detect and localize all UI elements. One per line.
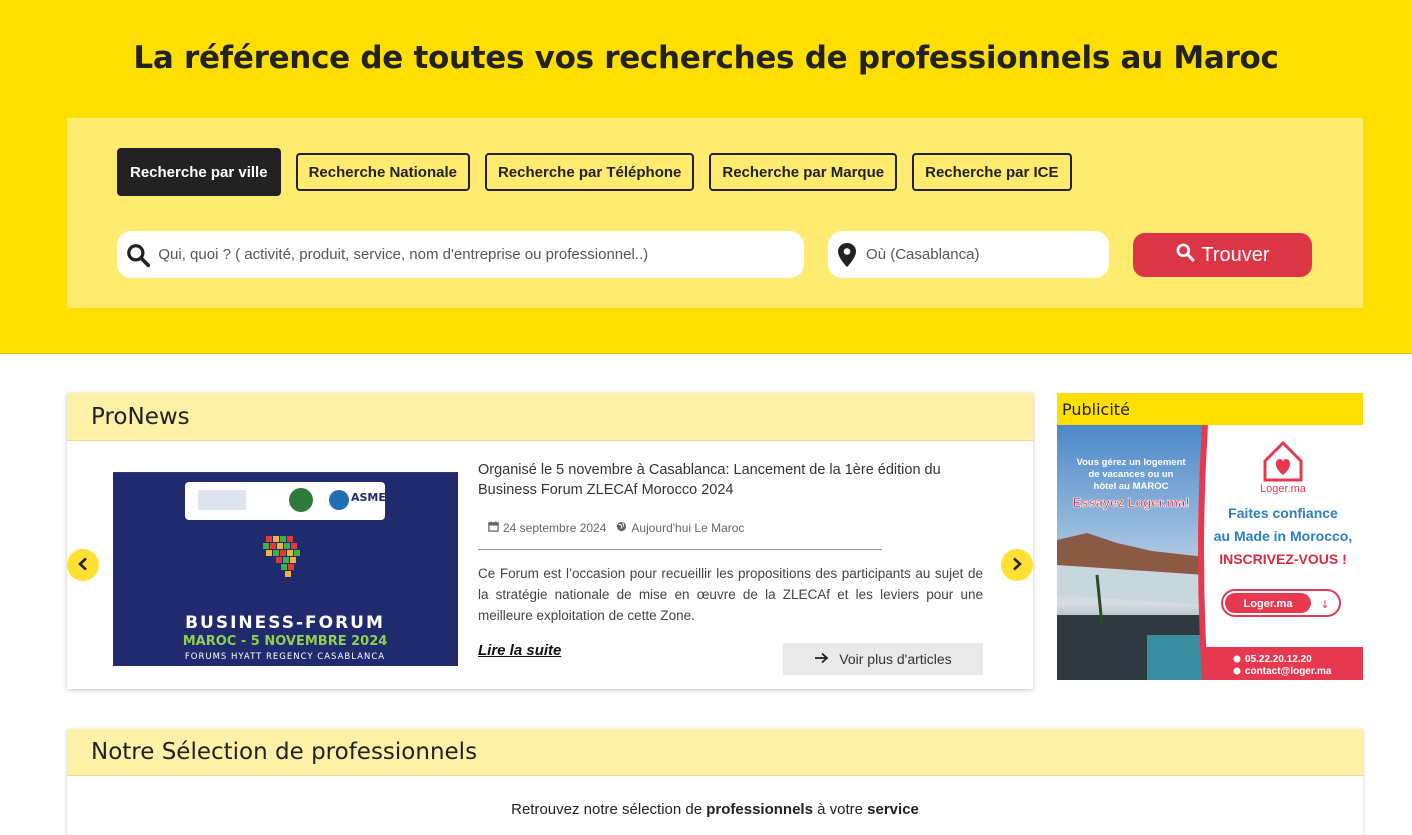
article-date: 24 septembre 2024 (488, 521, 606, 535)
read-more-link[interactable]: Lire la suite (478, 642, 561, 659)
tab-recherche-par-ville[interactable]: Recherche par ville (117, 148, 281, 196)
where-search-input[interactable] (866, 246, 1109, 263)
selection-text: Retrouvez notre sélection de professionn… (511, 801, 919, 818)
arrow-right-icon (814, 651, 829, 667)
article-source: Aujourd'hui Le Maroc (616, 521, 744, 535)
search-panel: Recherche par ville Recherche Nationale … (67, 118, 1363, 308)
hero-title: La référence de toutes vos recherches de… (133, 40, 1279, 76)
what-search-input[interactable] (158, 246, 804, 263)
what-search-field (117, 231, 804, 278)
ad-heading: Publicité (1057, 393, 1363, 425)
pronews-heading: ProNews (67, 393, 1033, 441)
search-icon (1175, 242, 1195, 268)
forum-venue-line: FORUMS HYATT REGENCY CASABLANCA (185, 652, 385, 662)
hero-banner: La référence de toutes vos recherches de… (0, 0, 1412, 354)
ad-phone: 05.22.20.12.20 (1245, 654, 1312, 665)
ad-banner[interactable]: Vous gérez un logement de vacances ou un h… (1057, 424, 1363, 681)
carousel-prev-button[interactable] (67, 549, 99, 581)
tab-recherche-par-telephone[interactable]: Recherche par Téléphone (484, 153, 695, 191)
globe-icon (616, 521, 627, 535)
ad-left-cta: Essayez Loger.ma! (1072, 495, 1189, 510)
pronews-card: ProNews ASMEX BUSINESS-FORUM MAROC - 5 N… (67, 393, 1033, 689)
tab-recherche-nationale[interactable]: Recherche Nationale (295, 153, 470, 191)
tab-recherche-par-ice[interactable]: Recherche par ICE (912, 153, 1072, 191)
carousel-next-button[interactable] (1001, 549, 1033, 581)
ad-button-label: Loger.ma (1244, 598, 1294, 610)
more-articles-label: Voir plus d'articles (839, 651, 952, 667)
asmex-logo-text: ASMEX (351, 491, 395, 504)
ad-email: contact@loger.ma (1245, 666, 1332, 677)
arrow-down-icon: ↓ (1320, 598, 1329, 611)
article-title[interactable]: Organisé le 5 novembre à Casablanca: Lan… (478, 460, 978, 500)
article-image[interactable]: ASMEX BUSINESS-FORUM MAROC - 5 NOVEMBRE … (113, 472, 458, 666)
article-meta: 24 septembre 2024 Aujourd'hui Le Maroc (478, 521, 882, 550)
search-tabs: Recherche par ville Recherche Nationale … (117, 148, 1072, 196)
article-date-text: 24 septembre 2024 (503, 521, 607, 535)
map-marker-icon (828, 242, 866, 268)
article-excerpt: Ce Forum est l’occasion pour recueillir … (478, 566, 983, 623)
ad-block: Publicité Vous gérez un logement de vacan… (1057, 393, 1363, 681)
tab-recherche-par-marque[interactable]: Recherche par Marque (709, 153, 898, 191)
where-search-field (828, 231, 1109, 278)
forum-title-line: BUSINESS-FORUM (185, 613, 385, 633)
ad-tagline-2: au Made in Morocco, (1214, 528, 1352, 544)
selection-heading: Notre Sélection de professionnels (67, 729, 1363, 776)
calendar-icon (488, 521, 499, 535)
chevron-left-icon (77, 557, 89, 574)
selection-card: Notre Sélection de professionnels Retrou… (67, 729, 1363, 835)
chevron-right-icon (1011, 557, 1023, 574)
article-source-text: Aujourd'hui Le Maroc (631, 521, 745, 535)
forum-date-line: MAROC - 5 NOVEMBRE 2024 (183, 634, 388, 649)
search-icon (117, 242, 158, 268)
find-button[interactable]: Trouver (1133, 233, 1312, 277)
find-button-label: Trouver (1201, 243, 1270, 266)
more-articles-button[interactable]: Voir plus d'articles (783, 643, 983, 675)
ad-tagline-3: INSCRIVEZ-VOUS ! (1219, 551, 1347, 567)
ad-brand: Loger.ma (1260, 483, 1307, 495)
ad-tagline-1: Faites confiance (1228, 505, 1338, 521)
